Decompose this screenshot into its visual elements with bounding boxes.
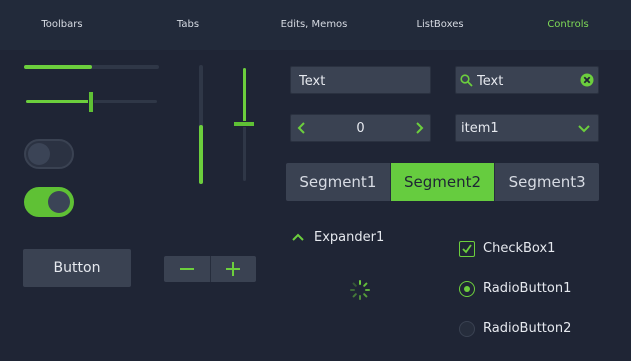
plus-icon: [226, 262, 241, 276]
toggle-knob: [28, 143, 50, 165]
tab-edits-memos[interactable]: Edits, Memos: [281, 19, 348, 30]
chevron-left-icon[interactable]: [297, 122, 307, 134]
stepper-buttons: [164, 256, 256, 282]
radio-button-1[interactable]: [459, 281, 475, 297]
minus-button[interactable]: [164, 256, 210, 282]
expander-header[interactable]: Expander1: [292, 230, 402, 248]
tab-controls[interactable]: Controls: [547, 19, 588, 30]
chevron-right-icon[interactable]: [414, 122, 424, 134]
slider-thumb[interactable]: [88, 91, 94, 113]
checkbox[interactable]: [459, 241, 475, 257]
segment-3[interactable]: Segment3: [495, 163, 599, 201]
number-spinner[interactable]: 0: [290, 114, 431, 142]
tab-toolbars[interactable]: Toolbars: [41, 19, 82, 30]
segment-1[interactable]: Segment1: [286, 163, 390, 201]
progress-fill: [24, 65, 92, 69]
tab-tabs[interactable]: Tabs: [177, 19, 199, 30]
slider-fill: [26, 100, 92, 103]
chevron-down-icon: [578, 125, 590, 133]
slider-thumb[interactable]: [233, 121, 255, 127]
segmented-control: Segment1 Segment2 Segment3: [286, 163, 599, 201]
tab-bar: Toolbars Tabs Edits, Memos ListBoxes Con…: [0, 0, 631, 50]
plus-button[interactable]: [211, 256, 257, 282]
clear-icon[interactable]: [580, 73, 594, 87]
search-field[interactable]: [455, 66, 599, 94]
combo-box[interactable]: item1: [455, 114, 599, 142]
toggle-switch-off[interactable]: [24, 139, 74, 169]
chevron-up-icon: [292, 233, 304, 241]
combo-selected: item1: [461, 121, 499, 136]
expander-label: Expander1: [314, 230, 385, 245]
progress-fill: [199, 125, 203, 184]
checkbox-label: CheckBox1: [483, 241, 556, 256]
text-field[interactable]: [290, 66, 431, 94]
tab-listboxes[interactable]: ListBoxes: [416, 19, 463, 30]
radio-label-1: RadioButton1: [483, 281, 572, 296]
toggle-knob: [48, 191, 70, 213]
loading-spinner-icon: [350, 280, 370, 300]
text-input[interactable]: [297, 73, 428, 90]
slider-fill: [243, 68, 246, 124]
radio-button-2[interactable]: [459, 321, 475, 337]
search-icon: [460, 74, 473, 87]
radio-label-2: RadioButton2: [483, 321, 572, 336]
segment-2[interactable]: Segment2: [390, 163, 495, 201]
toggle-switch-on[interactable]: [24, 187, 74, 217]
checkmark-icon: [462, 244, 472, 254]
minus-icon: [179, 268, 194, 270]
spinner-value: 0: [356, 121, 365, 136]
main-button[interactable]: Button: [23, 249, 131, 287]
search-input[interactable]: [475, 73, 579, 90]
